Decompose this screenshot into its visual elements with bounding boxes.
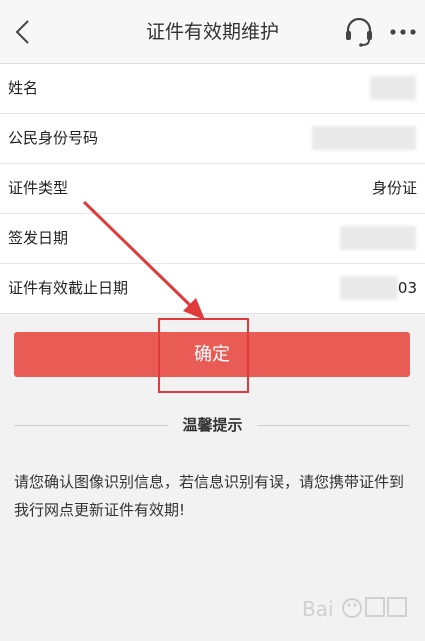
tips-body: 请您确认图像识别信息，若信息识别有误，请您携带证件到我行网点更新证件有效期!: [14, 473, 405, 519]
form-row-id-type: 证件类型 身份证: [0, 164, 425, 214]
id-info-form: 姓名 公民身份号码 证件类型 身份证 签发日期 证件有效截止日期 03: [0, 64, 425, 314]
issue-date-value-masked: [340, 226, 416, 250]
issue-date-label: 签发日期: [8, 229, 69, 247]
id-number-label: 公民身份号码: [8, 129, 99, 147]
confirm-button[interactable]: 确定: [14, 332, 410, 377]
tips-divider-right: [257, 425, 410, 426]
form-row-name: 姓名: [0, 64, 425, 114]
expiry-date-label: 证件有效截止日期: [8, 279, 129, 297]
id-type-label: 证件类型: [8, 179, 69, 197]
name-label: 姓名: [8, 79, 39, 97]
svg-text:Bai: Bai: [302, 597, 334, 621]
id-number-value-masked: [312, 126, 416, 150]
headset-icon[interactable]: [343, 16, 375, 48]
name-value-masked: [370, 76, 416, 100]
form-row-id-number: 公民身份号码: [0, 114, 425, 164]
form-row-expiry-date: 证件有效截止日期 03: [0, 264, 425, 313]
form-row-issue-date: 签发日期: [0, 214, 425, 264]
baidu-watermark-logo: Bai: [302, 597, 407, 621]
id-type-value: 身份证: [371, 179, 417, 197]
tips-header: 温馨提示: [0, 414, 425, 436]
expiry-date-value: 03: [397, 279, 417, 297]
more-dots-icon[interactable]: [389, 27, 417, 37]
header-bar: 证件有效期维护: [0, 0, 425, 64]
expiry-date-value-masked: [340, 276, 398, 300]
